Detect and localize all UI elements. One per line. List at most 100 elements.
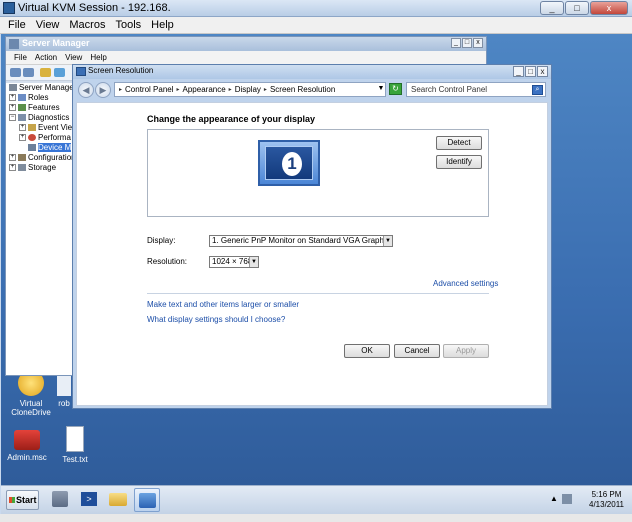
collapse-icon[interactable]: − <box>9 114 16 122</box>
text-size-link[interactable]: Make text and other items larger or smal… <box>147 300 299 309</box>
sr-close-button[interactable]: x <box>537 66 548 77</box>
tree-item-features[interactable]: + Features <box>6 103 75 113</box>
help-icon[interactable] <box>54 68 65 77</box>
kvm-titlebar[interactable]: Virtual KVM Session - 192.168. _ □ x <box>0 0 632 17</box>
monitor-1[interactable]: 1 <box>258 140 320 186</box>
breadcrumb-display[interactable]: Display <box>235 85 261 94</box>
taskbar-control-panel[interactable] <box>134 488 160 512</box>
tree-item-label: Features <box>28 103 60 112</box>
display-help-link[interactable]: What display settings should I choose? <box>147 315 285 324</box>
menu-help[interactable]: Help <box>151 17 174 33</box>
close-button[interactable]: x <box>590 1 628 15</box>
folder-up-icon[interactable] <box>40 68 51 77</box>
sm-maximize-button[interactable]: □ <box>462 38 472 48</box>
server-manager-titlebar[interactable]: Server Manager _ □ x <box>6 37 486 51</box>
sm-menu-view[interactable]: View <box>65 51 82 64</box>
screen-resolution-titlebar[interactable]: Screen Resolution _ □ x <box>73 65 551 79</box>
clock[interactable]: 5:16 PM 4/13/2011 <box>589 490 624 510</box>
taskbar-powershell[interactable]: > <box>76 488 102 512</box>
sm-menu-help[interactable]: Help <box>90 51 106 64</box>
apply-button[interactable]: Apply <box>443 344 489 358</box>
breadcrumb-separator-icon: ▸ <box>228 87 232 93</box>
taskbar-explorer[interactable] <box>105 488 131 512</box>
tree-item-diagnostics[interactable]: − Diagnostics <box>6 113 75 123</box>
text-file-icon <box>66 426 84 452</box>
menu-view[interactable]: View <box>36 17 60 33</box>
breadcrumb-separator-icon: ▸ <box>119 87 123 93</box>
sm-menu-action[interactable]: Action <box>35 51 57 64</box>
detect-button[interactable]: Detect <box>436 136 482 150</box>
taskbar-server-manager[interactable] <box>47 488 73 512</box>
cancel-button[interactable]: Cancel <box>394 344 440 358</box>
server-manager-title: Server Manager <box>22 38 90 48</box>
tree-item-label: Diagnostics <box>28 113 70 122</box>
desktop-icon-label: Virtual CloneDrive <box>11 399 51 417</box>
menu-tools[interactable]: Tools <box>115 17 141 33</box>
tree-item-roles[interactable]: + Roles <box>6 93 75 103</box>
tree-item-storage[interactable]: + Storage <box>6 163 75 173</box>
advanced-settings-link[interactable]: Advanced settings <box>433 279 498 288</box>
expand-icon[interactable]: + <box>9 104 16 112</box>
desktop-icon-test-txt[interactable]: Test.txt <box>49 426 101 464</box>
tree-item-label: Storage <box>28 163 57 172</box>
sm-minimize-button[interactable]: _ <box>451 38 461 48</box>
ok-button[interactable]: OK <box>344 344 390 358</box>
resolution-label: Resolution: <box>147 257 188 266</box>
expand-icon[interactable]: + <box>9 94 16 102</box>
display-select[interactable]: 1. Generic PnP Monitor on Standard VGA G… <box>209 235 393 247</box>
expand-icon[interactable]: + <box>9 164 16 172</box>
features-icon <box>18 104 26 112</box>
sm-close-button[interactable]: x <box>473 38 483 48</box>
address-dropdown-icon[interactable]: ▼ <box>376 82 386 97</box>
sr-minimize-button[interactable]: _ <box>513 66 524 77</box>
breadcrumb[interactable]: ▸ Control Panel ▸ Appearance ▸ Display ▸… <box>114 82 386 97</box>
desktop-icon-virtual-clonedrive[interactable]: Virtual CloneDrive <box>5 370 57 417</box>
identify-button[interactable]: Identify <box>436 155 482 169</box>
tree-item-label: Roles <box>28 93 49 102</box>
kvm-window-title: Virtual KVM Session - 192.168. <box>18 2 171 14</box>
breadcrumb-appearance[interactable]: Appearance <box>183 85 226 94</box>
sm-menu-file[interactable]: File <box>14 51 27 64</box>
storage-icon <box>18 164 26 172</box>
search-input[interactable]: Search Control Panel ⌕ <box>406 82 546 97</box>
tree-item-performance[interactable]: + Performa <box>6 133 75 143</box>
tree-item-server-manager[interactable]: Server Manager <box>6 83 75 93</box>
tree-item-label: Device M <box>38 143 72 152</box>
breadcrumb-control-panel[interactable]: Control Panel <box>125 85 173 94</box>
menu-file[interactable]: File <box>8 17 26 33</box>
tree-item-label: Performa <box>38 133 71 142</box>
control-panel-icon <box>138 493 156 508</box>
display-icon <box>76 67 86 76</box>
breadcrumb-screen-resolution[interactable]: Screen Resolution <box>270 85 335 94</box>
back-arrow-icon[interactable] <box>10 68 21 77</box>
network-icon[interactable] <box>562 494 572 504</box>
screen-resolution-window[interactable]: Screen Resolution _ □ x ◀ ▶ ▸ Control Pa… <box>72 64 552 409</box>
performance-icon <box>28 134 36 142</box>
expand-icon[interactable]: + <box>19 134 26 142</box>
back-button[interactable]: ◀ <box>78 82 94 98</box>
tree-item-device-manager[interactable]: Device M <box>6 143 75 153</box>
expand-icon[interactable]: + <box>19 124 26 132</box>
clock-date: 4/13/2011 <box>589 500 624 509</box>
maximize-button[interactable]: □ <box>565 1 589 15</box>
diagnostics-icon <box>18 114 26 122</box>
forward-arrow-icon[interactable] <box>23 68 34 77</box>
menu-macros[interactable]: Macros <box>69 17 105 33</box>
device-manager-icon <box>28 144 36 152</box>
refresh-icon[interactable]: ↻ <box>389 83 402 95</box>
screen-resolution-content: Change the appearance of your display 1 … <box>76 102 548 406</box>
toolbox-icon <box>14 430 40 450</box>
tree-item-event-viewer[interactable]: + Event Vie <box>6 123 75 133</box>
tray-expand-icon[interactable]: ▲ <box>550 494 558 503</box>
expand-icon[interactable]: + <box>9 154 16 162</box>
forward-button[interactable]: ▶ <box>95 82 111 98</box>
resolution-select-value: 1024 × 768 <box>212 257 253 266</box>
search-icon[interactable]: ⌕ <box>532 85 543 95</box>
start-button[interactable]: Start <box>6 490 39 510</box>
desktop-icon-admin-msc[interactable]: Admin.msc <box>1 426 53 462</box>
tree-item-configuration[interactable]: + Configuration <box>6 153 75 163</box>
monitor-screen: 1 <box>265 146 313 180</box>
sr-maximize-button[interactable]: □ <box>525 66 536 77</box>
resolution-select[interactable]: 1024 × 768 ▼ <box>209 256 259 268</box>
minimize-button[interactable]: _ <box>540 1 564 15</box>
